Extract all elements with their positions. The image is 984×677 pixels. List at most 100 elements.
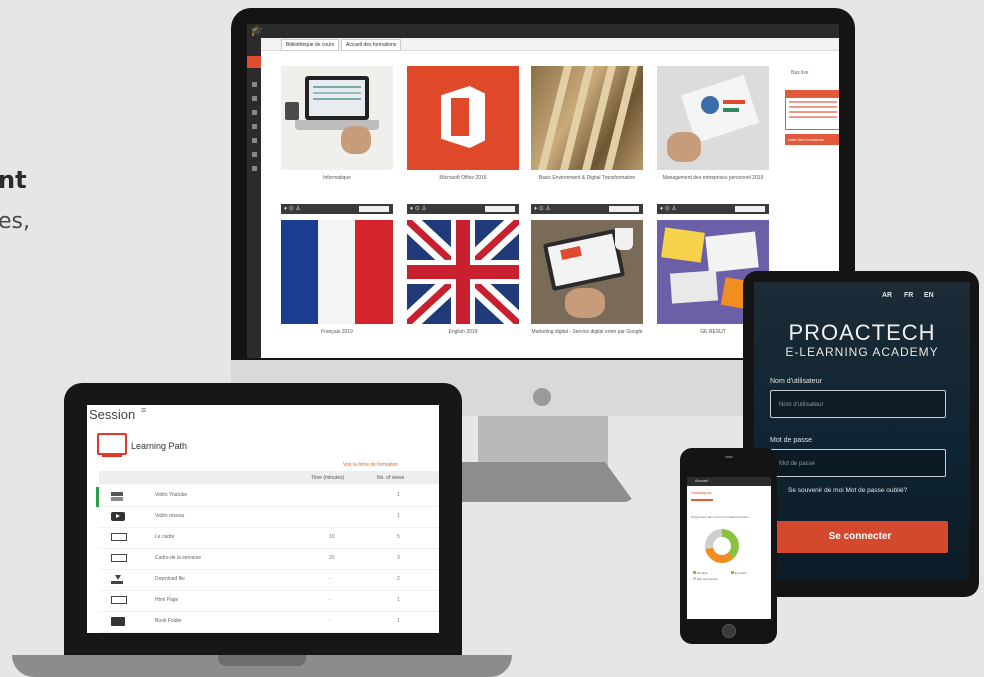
home-icon[interactable] (247, 56, 261, 68)
row-views: 5 (397, 534, 400, 540)
sidebar-nav-icon[interactable] (252, 82, 257, 87)
course-card[interactable]: Basic Environment & Digital Transformati… (531, 66, 643, 214)
row-views: 1 (397, 618, 400, 624)
course-title[interactable]: Informatique (281, 170, 393, 204)
phone-app-title[interactable]: Accueil (695, 478, 708, 483)
row-views: 2 (397, 576, 400, 582)
course-actions-icons[interactable]: ♦ ⊙ ♙ (534, 206, 551, 212)
training-list-button[interactable]: Liste des formations (785, 134, 839, 145)
course-actions-icons[interactable]: ♦ ⊙ ♙ (284, 206, 301, 212)
course-card[interactable]: Management des entreprises personnel 201… (657, 66, 769, 214)
course-select[interactable] (359, 206, 389, 212)
course-title[interactable]: Français 2019 (281, 324, 393, 358)
monitor-icon (97, 433, 127, 455)
course-title[interactable]: Microsoft Office 2016 (407, 170, 519, 204)
course-card[interactable]: Informatique ♦ ⊙ ♙ (281, 66, 393, 214)
video-icon (111, 512, 125, 521)
course-card[interactable]: Français 2019 ♦ ⊙ ♙ (281, 220, 393, 358)
row-name[interactable]: Vidéo réseau (155, 513, 184, 519)
row-name[interactable]: Html Page (155, 597, 178, 603)
phone-screen: Accueil Statistiques Progression des cou… (687, 477, 771, 619)
uk-flag-icon (407, 220, 519, 324)
folder-icon (111, 617, 125, 626)
app-top-bar (247, 24, 839, 38)
youtube-icon (111, 491, 125, 501)
table-row[interactable]: Html Page - 1 (99, 590, 439, 612)
course-thumbnail (657, 66, 769, 170)
donut-hole (713, 537, 731, 555)
course-actions-icons[interactable]: ♦ ⊙ ♙ (410, 206, 427, 212)
lang-en[interactable]: EN (924, 292, 934, 299)
tab-home[interactable]: Accueil des formations (341, 39, 402, 51)
table-row[interactable]: Cadre de la semaine 20 3 (99, 548, 439, 570)
table-row[interactable]: Le cadre 10 5 (99, 527, 439, 549)
training-sheet-link[interactable]: Voir la fiche de formation (343, 462, 398, 468)
sidebar-nav-icon[interactable] (252, 124, 257, 129)
screen-icon (111, 554, 127, 562)
stats-title: Statistiques (691, 490, 712, 495)
row-name[interactable]: Le cadre (155, 534, 174, 540)
course-card[interactable]: English 2019 ♦ ⊙ ♙ (407, 220, 519, 358)
sidebar-nav-icon[interactable] (252, 138, 257, 143)
phone-app-bar: Accueil (687, 477, 771, 486)
row-time: 20 (329, 555, 335, 561)
course-actions-icons[interactable]: ♦ ⊙ ♙ (660, 206, 677, 212)
training-plan-box[interactable]: Plan de formation (785, 90, 839, 130)
course-select[interactable] (609, 206, 639, 212)
row-views: 1 (397, 492, 400, 498)
sidebar-nav-icon[interactable] (252, 110, 257, 115)
column-header-views: No. of views (377, 475, 405, 481)
course-toolbar: ♦ ⊙ ♙ (531, 204, 643, 214)
course-card[interactable]: Microsoft Office 2016 ♦ ⊙ ♙ (407, 66, 519, 214)
lang-fr[interactable]: FR (904, 292, 913, 299)
password-input[interactable]: Mot de passe (770, 449, 946, 477)
brand-tagline: E-LEARNING ACADEMY (785, 345, 939, 359)
course-title[interactable]: Marketing digital - Service digital entr… (531, 324, 643, 358)
login-button[interactable]: Se connecter (772, 521, 948, 553)
row-views: 3 (397, 555, 400, 561)
row-name[interactable]: Book Folder (155, 618, 182, 624)
course-title[interactable]: English 2019 (407, 324, 519, 358)
screen-icon (111, 596, 127, 604)
row-time: 10 (329, 534, 335, 540)
download-icon (111, 575, 125, 584)
table-row[interactable]: Download file - 2 (99, 569, 439, 591)
row-time: - (329, 618, 331, 624)
row-name[interactable]: Vidéo Youtube (155, 492, 187, 498)
course-title[interactable]: Management des entreprises personnel 201… (657, 170, 769, 204)
row-name[interactable]: Download file (155, 576, 185, 582)
monitor-power-button (533, 388, 551, 406)
training-plan-title: Plan de formation (786, 91, 839, 105)
course-card[interactable]: Marketing digital - Service digital entr… (531, 220, 643, 358)
session-menu-icon[interactable]: ≡ (141, 405, 146, 415)
sidebar-nav-icon[interactable] (252, 96, 257, 101)
course-title[interactable]: Basic Environment & Digital Transformati… (531, 170, 643, 204)
hero-heading-fragment: nt (0, 166, 27, 194)
french-flag-icon (281, 220, 393, 324)
tab-bar: Bibliothèque de cours Accueil des format… (261, 38, 839, 51)
row-name[interactable]: Cadre de la semaine (155, 555, 201, 561)
stats-subtitle: Progression des cours / Formations suivi… (691, 515, 749, 519)
login-screen: AR FR EN PROACTECH E-LEARNING ACADEMY No… (754, 282, 970, 580)
legend-item: En cours (731, 571, 747, 575)
remember-forgot-links[interactable]: Se souvenir de moi Mot de passe oublié? (788, 487, 907, 494)
section-underline (691, 499, 713, 501)
sidebar-nav-icon[interactable] (252, 152, 257, 157)
graduation-cap-icon[interactable]: 🎓 (249, 24, 265, 38)
password-label: Mot de passe (770, 437, 813, 444)
table-row[interactable]: Vidéo Youtube 1 (99, 485, 439, 507)
office-logo-icon (407, 66, 519, 170)
row-views: 1 (397, 513, 400, 519)
table-row[interactable]: Book Folder - 1 (99, 611, 439, 633)
username-label: Nom d'utilisateur (770, 378, 822, 385)
username-input[interactable]: Nom d'utilisateur (770, 390, 946, 418)
row-views: 1 (397, 597, 400, 603)
tab-library[interactable]: Bibliothèque de cours (281, 39, 340, 51)
lang-ar[interactable]: AR (882, 292, 892, 299)
sidebar-nav-icon[interactable] (252, 166, 257, 171)
course-select[interactable] (735, 206, 765, 212)
table-row[interactable]: Vidéo réseau 1 (99, 506, 439, 528)
course-select[interactable] (485, 206, 515, 212)
monitor-stand-icon (102, 453, 122, 457)
phone-home-button (722, 624, 736, 638)
